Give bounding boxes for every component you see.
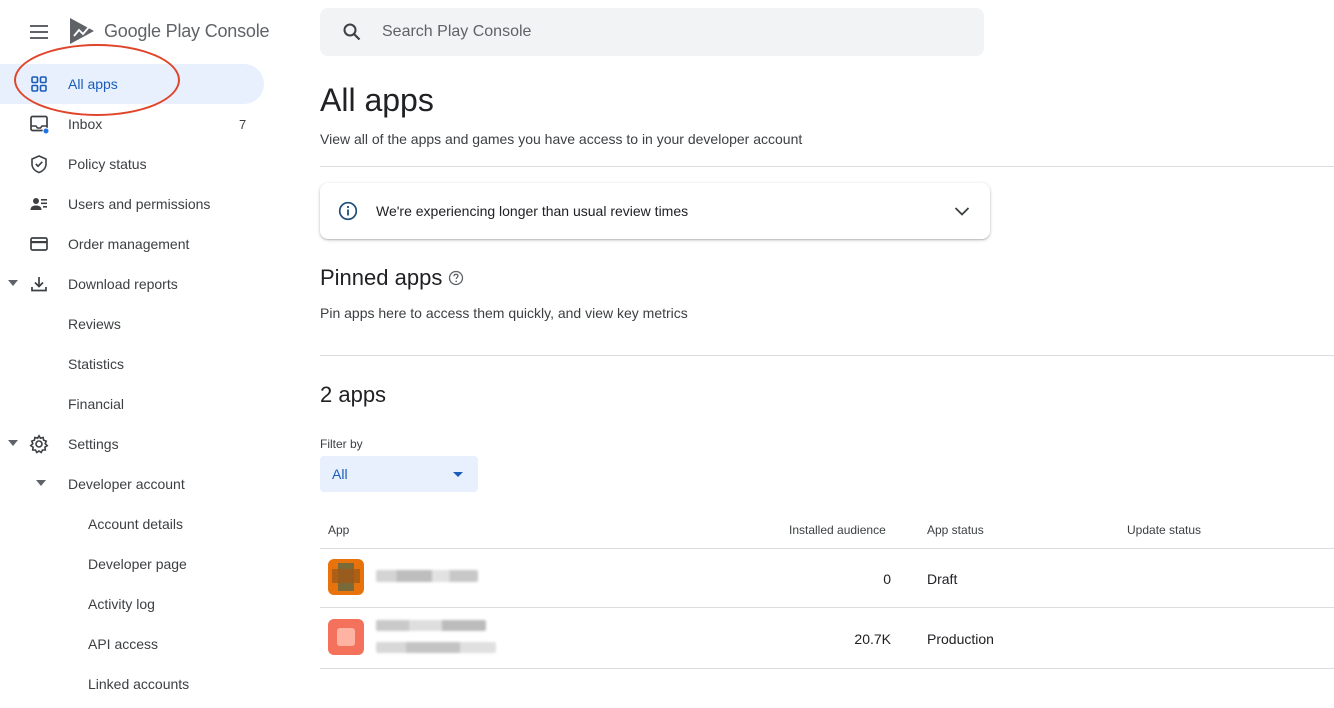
app-name-redacted: [376, 620, 486, 631]
dropdown-arrow-icon: [453, 472, 463, 477]
expand-caret-icon[interactable]: [8, 280, 18, 286]
apps-count-text: 2 apps: [320, 382, 387, 407]
shield-icon: [31, 155, 47, 174]
table-row-divider: [320, 668, 1334, 669]
info-icon: [338, 201, 358, 221]
sidebar-item-label: Activity log: [88, 596, 155, 612]
sidebar-item-download-reports[interactable]: Download reports: [0, 264, 264, 304]
alert-text: We're experiencing longer than usual rev…: [376, 203, 689, 219]
grid-icon: [31, 76, 47, 92]
app-icon: [328, 619, 364, 655]
divider: [320, 166, 1334, 167]
logo-text-main: Google Play: [104, 20, 200, 41]
menu-icon[interactable]: [26, 20, 54, 44]
table-header-update-status[interactable]: Update status: [1127, 523, 1201, 537]
page-title: All apps: [320, 82, 434, 118]
chevron-down-icon[interactable]: [952, 201, 972, 221]
pinned-apps-heading: Pinned apps: [320, 265, 464, 291]
sidebar-item-label: Users and permissions: [68, 196, 211, 212]
sidebar-item-label: Inbox: [68, 116, 103, 132]
installed-audience-cell: 20.7K: [854, 631, 891, 647]
sidebar-item-account-details[interactable]: Account details: [0, 504, 264, 544]
sidebar-item-activity-log[interactable]: Activity log: [0, 584, 264, 624]
sidebar-item-settings[interactable]: Settings: [0, 424, 264, 464]
inbox-icon: [30, 115, 49, 134]
expand-caret-icon[interactable]: [8, 440, 18, 446]
gear-icon: [29, 434, 49, 454]
pinned-apps-subtitle: Pin apps here to access them quickly, an…: [320, 305, 688, 321]
users-icon: [30, 198, 47, 210]
page-subtitle: View all of the apps and games you have …: [320, 131, 803, 147]
table-row[interactable]: 0 Draft: [320, 548, 1334, 608]
divider: [320, 355, 1334, 356]
search-input[interactable]: [382, 8, 962, 56]
sidebar-item-policy-status[interactable]: Policy status: [0, 144, 264, 184]
sidebar-item-label: Order management: [68, 236, 190, 252]
table-header-app[interactable]: App: [328, 523, 349, 537]
sidebar-item-api-access[interactable]: API access: [0, 624, 264, 664]
sidebar-item-all-apps[interactable]: All apps: [0, 64, 264, 104]
sidebar-item-label: Financial: [68, 396, 125, 412]
filter-select[interactable]: All: [320, 456, 478, 492]
sidebar-item-financial[interactable]: Financial: [0, 384, 264, 424]
sidebar-item-label: Reviews: [68, 316, 121, 332]
app-package-redacted: [376, 642, 496, 653]
search-bar[interactable]: [320, 8, 984, 56]
sidebar-item-label: Developer page: [88, 556, 187, 572]
inbox-count-badge: 7: [239, 116, 247, 132]
app-name-redacted: [376, 570, 478, 582]
table-header-installed-audience[interactable]: Installed audience: [789, 523, 886, 537]
filter-label: Filter by: [320, 437, 363, 451]
sidebar-item-reviews[interactable]: Reviews: [0, 304, 264, 344]
app-icon: [328, 559, 364, 595]
credit-card-icon: [30, 237, 48, 251]
search-icon: [343, 23, 361, 41]
table-header-app-status[interactable]: App status: [927, 523, 984, 537]
sidebar-item-developer-account[interactable]: Developer account: [0, 464, 264, 504]
sidebar: Google Play Console All apps Inbox 7 Pol…: [0, 0, 280, 708]
sidebar-item-label: Download reports: [68, 276, 178, 292]
app-status-cell: Draft: [927, 571, 958, 587]
help-icon[interactable]: [448, 270, 464, 286]
sidebar-item-label: Policy status: [68, 156, 147, 172]
play-console-logo-icon: [70, 18, 94, 44]
sidebar-item-label: API access: [88, 636, 159, 652]
review-times-alert[interactable]: We're experiencing longer than usual rev…: [320, 183, 990, 239]
pinned-apps-title: Pinned apps: [320, 265, 443, 290]
installed-audience-cell: 0: [883, 571, 891, 587]
sidebar-item-label: All apps: [68, 76, 118, 92]
sidebar-item-inbox[interactable]: Inbox 7: [0, 104, 264, 144]
sidebar-item-label: Statistics: [68, 356, 125, 372]
apps-count-title: 2 apps: [320, 382, 386, 408]
sidebar-item-statistics[interactable]: Statistics: [0, 344, 264, 384]
sidebar-item-order-management[interactable]: Order management: [0, 224, 264, 264]
table-row[interactable]: 20.7K Production: [320, 608, 1334, 668]
sidebar-item-linked-accounts[interactable]: Linked accounts: [0, 664, 264, 704]
sidebar-item-label: Developer account: [68, 476, 185, 492]
play-console-logo[interactable]: Google Play Console: [68, 15, 270, 47]
sidebar-item-label: Account details: [88, 516, 183, 532]
download-icon: [31, 277, 47, 292]
sidebar-item-users-and-permissions[interactable]: Users and permissions: [0, 184, 264, 224]
expand-caret-icon[interactable]: [36, 480, 46, 486]
logo-text-sub: Console: [204, 20, 270, 41]
sidebar-item-developer-page[interactable]: Developer page: [0, 544, 264, 584]
app-status-cell: Production: [927, 631, 994, 647]
filter-select-value: All: [332, 466, 348, 482]
sidebar-item-label: Settings: [68, 436, 119, 452]
sidebar-item-label: Linked accounts: [88, 676, 190, 692]
